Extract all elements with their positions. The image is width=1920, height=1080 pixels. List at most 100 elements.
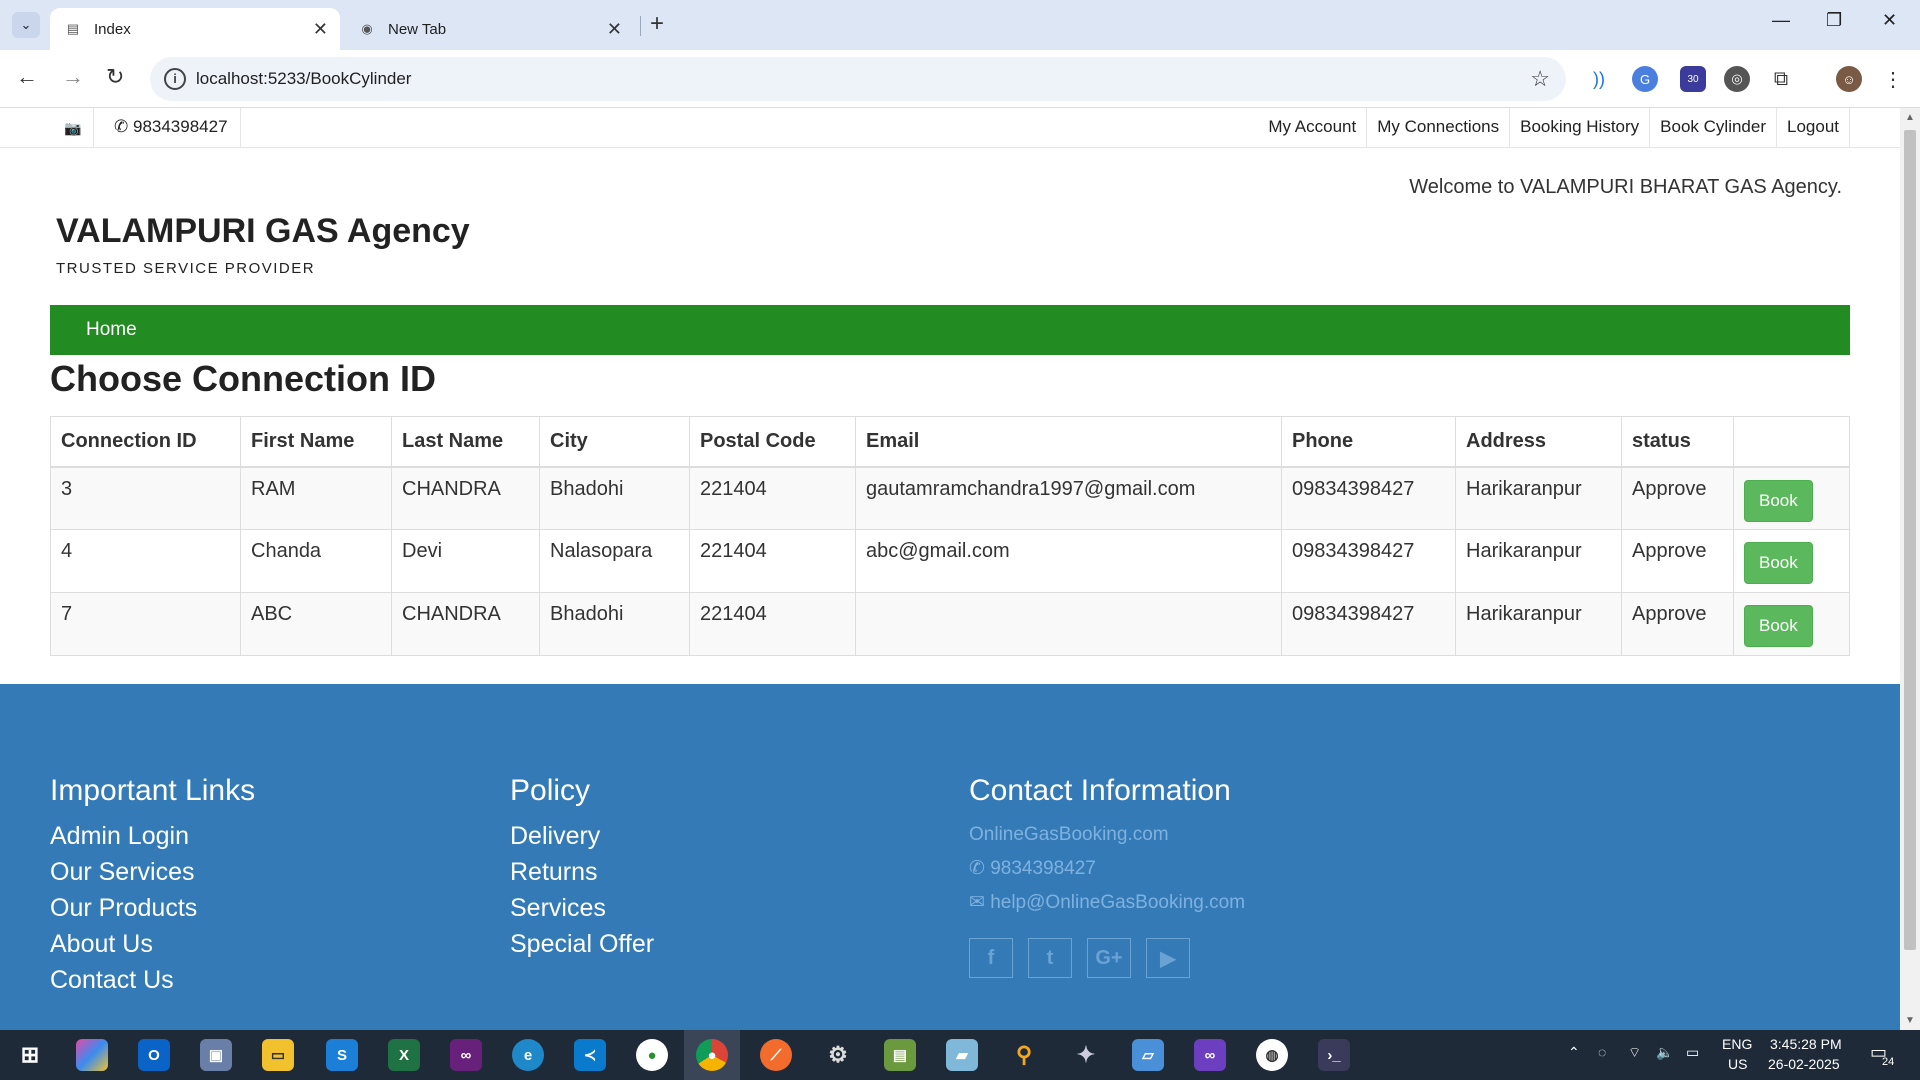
tab-search-button[interactable]: ⌄ <box>12 12 40 38</box>
table-header-row: Connection ID First Name Last Name City … <box>50 416 1850 468</box>
facebook-icon[interactable]: f <box>969 938 1013 978</box>
read-aloud-icon[interactable]: )) <box>1586 66 1612 92</box>
cell-last-name: CHANDRA <box>391 592 540 656</box>
tab-new-tab[interactable]: ◉ New Tab ✕ <box>344 8 634 50</box>
outlook-icon[interactable]: O <box>138 1039 170 1071</box>
camera-icon: 📷 <box>56 108 94 148</box>
puzzle-icon[interactable]: ⧉ <box>1768 66 1794 92</box>
region-code[interactable]: US <box>1728 1056 1747 1072</box>
page-scrollbar[interactable]: ▲ ▼ <box>1900 108 1920 1030</box>
table-row: 4 Chanda Devi Nalasopara 221404 abc@gmai… <box>50 529 1850 593</box>
close-window-icon[interactable]: ✕ <box>1882 10 1897 31</box>
bookmark-star-icon[interactable]: ☆ <box>1530 66 1550 92</box>
link-about-us[interactable]: About Us <box>50 926 255 962</box>
clock-time[interactable]: 3:45:28 PM <box>1770 1036 1842 1052</box>
github-desktop-icon[interactable]: ◍ <box>1256 1039 1288 1071</box>
visual-studio-2022-icon[interactable]: ∞ <box>1194 1039 1226 1071</box>
footer-heading: Contact Information <box>969 774 1231 807</box>
back-icon[interactable]: ← <box>16 64 38 90</box>
notepad-icon[interactable]: ▰ <box>946 1039 978 1071</box>
col-address: Address <box>1455 416 1622 468</box>
tray-chevron-icon[interactable]: ⌃ <box>1568 1044 1580 1061</box>
search-tool-icon[interactable]: ⚲ <box>1008 1039 1040 1071</box>
remote-desktop-icon[interactable]: ▣ <box>200 1039 232 1071</box>
link-my-connections[interactable]: My Connections <box>1367 108 1511 148</box>
google-plus-icon[interactable]: G+ <box>1087 938 1131 978</box>
menu-kebab-icon[interactable]: ⋮ <box>1880 66 1906 92</box>
restore-icon[interactable]: ❐ <box>1826 10 1842 31</box>
terminal-icon[interactable]: ›_ <box>1318 1039 1350 1071</box>
link-our-products[interactable]: Our Products <box>50 890 255 926</box>
youtube-icon[interactable]: ▶ <box>1146 938 1190 978</box>
language-code[interactable]: ENG <box>1722 1036 1752 1052</box>
reload-icon[interactable]: ↻ <box>106 64 124 90</box>
extension-badge: 30 <box>1687 73 1699 85</box>
address-bar[interactable]: i localhost:5233/BookCylinder ☆ <box>150 57 1566 101</box>
col-city: City <box>539 416 690 468</box>
sync-icon[interactable]: ◌ <box>1598 1044 1606 1060</box>
twitter-icon[interactable]: t <box>1028 938 1072 978</box>
scroll-down-icon[interactable]: ▼ <box>1905 1015 1915 1026</box>
windows-start-icon[interactable]: ⊞ <box>14 1039 46 1071</box>
link-contact-us[interactable]: Contact Us <box>50 962 255 998</box>
avatar[interactable]: ☺ <box>1836 66 1862 92</box>
wifi-icon[interactable]: ⌔ <box>1628 1044 1641 1062</box>
volume-icon[interactable]: 🔈 <box>1656 1044 1673 1061</box>
visual-studio-icon[interactable]: ∞ <box>450 1039 482 1071</box>
minimize-icon[interactable]: — <box>1772 10 1790 31</box>
clock-date[interactable]: 26-02-2025 <box>1768 1056 1840 1072</box>
notification-count: 24 <box>1882 1056 1895 1068</box>
scroll-up-icon[interactable]: ▲ <box>1905 112 1915 123</box>
page-viewport: 📷 ✆ 9834398427 My Account My Connections… <box>0 108 1900 1030</box>
excel-icon[interactable]: X <box>388 1039 420 1071</box>
link-logout[interactable]: Logout <box>1777 108 1850 148</box>
forward-icon[interactable]: → <box>62 64 84 90</box>
contact-email[interactable]: ✉ help@OnlineGasBooking.com <box>969 886 1245 920</box>
link-admin-login[interactable]: Admin Login <box>50 818 255 854</box>
profile-extension-icon[interactable]: ◎ <box>1724 66 1750 92</box>
battery-icon[interactable]: ▭ <box>1686 1044 1699 1061</box>
cell-status: Approve <box>1621 529 1734 593</box>
col-email: Email <box>855 416 1282 468</box>
contact-site[interactable]: OnlineGasBooking.com <box>969 818 1245 852</box>
site-info-icon[interactable]: i <box>164 68 186 90</box>
url-text[interactable]: localhost:5233/BookCylinder <box>196 69 411 89</box>
file-explorer-icon[interactable]: ▭ <box>262 1039 294 1071</box>
col-last-name: Last Name <box>391 416 540 468</box>
scrollbar-thumb[interactable] <box>1904 130 1916 950</box>
close-icon[interactable]: ✕ <box>313 19 328 40</box>
compass-icon[interactable]: ✦ <box>1070 1039 1102 1071</box>
link-services[interactable]: Services <box>510 890 654 926</box>
skype-icon[interactable]: S <box>326 1039 358 1071</box>
postman-icon[interactable]: ⟋ <box>760 1039 792 1071</box>
vscode-icon[interactable]: ≺ <box>574 1039 606 1071</box>
link-returns[interactable]: Returns <box>510 854 654 890</box>
link-our-services[interactable]: Our Services <box>50 854 255 890</box>
edge-icon[interactable]: e <box>512 1039 544 1071</box>
link-my-account[interactable]: My Account <box>1258 108 1368 148</box>
photo-app-icon[interactable]: ▤ <box>884 1039 916 1071</box>
app-icon[interactable]: ▱ <box>1132 1039 1164 1071</box>
book-button[interactable]: Book <box>1744 605 1813 647</box>
footer-policy: Policy Delivery Returns Services Special… <box>510 774 654 962</box>
chrome-icon[interactable]: ● <box>696 1039 728 1071</box>
site-brand[interactable]: VALAMPURI GAS Agency <box>56 212 470 251</box>
copilot-icon[interactable] <box>76 1039 108 1071</box>
link-delivery[interactable]: Delivery <box>510 818 654 854</box>
tab-index[interactable]: ▤ Index ✕ <box>50 8 340 50</box>
mongodb-icon[interactable]: ● <box>636 1039 668 1071</box>
link-booking-history[interactable]: Booking History <box>1510 108 1651 148</box>
nav-home[interactable]: Home <box>86 319 137 341</box>
new-tab-button[interactable]: + <box>650 10 664 38</box>
book-button[interactable]: Book <box>1744 479 1813 522</box>
link-book-cylinder[interactable]: Book Cylinder <box>1650 108 1777 148</box>
main-nav: Home <box>50 305 1850 355</box>
link-special-offer[interactable]: Special Offer <box>510 926 654 962</box>
extension-icon[interactable]: 30 <box>1680 66 1706 92</box>
settings-icon[interactable]: ⚙ <box>822 1039 854 1071</box>
close-icon[interactable]: ✕ <box>607 19 622 40</box>
translate-icon[interactable]: G <box>1632 66 1658 92</box>
book-button[interactable]: Book <box>1744 542 1813 584</box>
cell-first-name: Chanda <box>240 529 392 593</box>
table-row: 3 RAM CHANDRA Bhadohi 221404 gautamramch… <box>50 466 1850 530</box>
